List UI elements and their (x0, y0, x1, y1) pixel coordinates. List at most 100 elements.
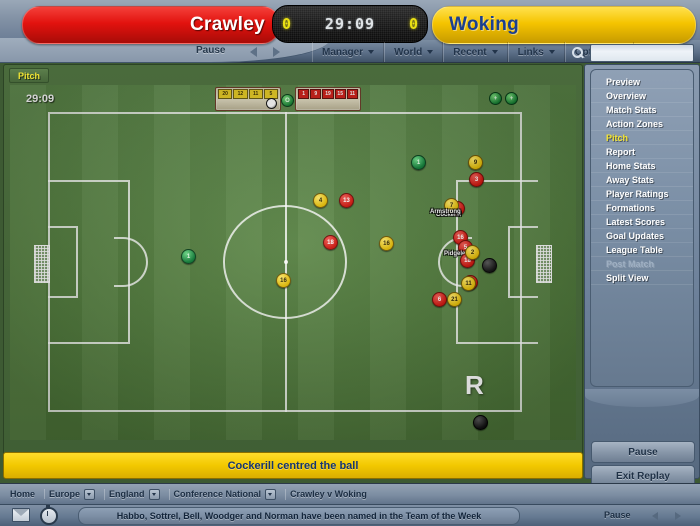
sidebar-item-formations[interactable]: Formations (591, 201, 693, 215)
sidebar-item-label: Preview (606, 76, 641, 87)
sidebar-item-label: Formations (606, 202, 656, 213)
commentary-text: Cockerill centred the ball (227, 459, 359, 472)
menu-recent-label: Recent (453, 46, 487, 58)
breadcrumb-item-label: Europe (49, 489, 81, 499)
assistant-referee-marker[interactable]: + (505, 92, 518, 105)
menu-manager-label: Manager (322, 46, 364, 58)
news-ticker[interactable]: Habbo, Sottrel, Bell, Woodger and Norman… (78, 507, 520, 525)
right-arrow-icon[interactable] (270, 45, 284, 59)
pitch-clock: 29:09 (26, 93, 55, 105)
sidebar-item-label: Action Zones (606, 118, 664, 129)
football-pitch[interactable]: 29:09 R 20 12 11 5 1 9 19 15 11 O + + 13… (10, 85, 576, 440)
breadcrumb-item-england[interactable]: England (109, 488, 170, 500)
search-icon[interactable] (572, 46, 585, 60)
breadcrumb-item-label: Conference National (173, 489, 262, 499)
scoreboard: 0 29:09 0 (272, 5, 428, 43)
player-marker[interactable]: 16 (276, 273, 291, 288)
player-marker[interactable]: 1 (411, 155, 426, 170)
sidebar-item-report[interactable]: Report (591, 145, 693, 159)
status-pause-label[interactable]: Pause (604, 510, 631, 520)
assistant-referee-marker[interactable]: + (489, 92, 502, 105)
breadcrumb-item-home[interactable]: Home (10, 489, 46, 499)
away-team-badge[interactable]: Woking (432, 6, 696, 44)
sidebar-item-pitch[interactable]: Pitch (591, 131, 693, 145)
left-arrow-icon[interactable] (248, 45, 262, 59)
menu-links-label: Links (517, 46, 544, 58)
player-marker[interactable]: 16 (379, 236, 394, 251)
player-marker[interactable]: 9 (468, 155, 483, 170)
player-marker[interactable]: 1 (181, 249, 196, 264)
sidebar-item-latest-scores[interactable]: Latest Scores (591, 215, 693, 229)
sidebar-item-label: Home Stats (606, 160, 656, 171)
sidebar-item-away-stats[interactable]: Away Stats (591, 173, 693, 187)
bench-chip: 12 (233, 89, 248, 99)
search-input[interactable] (590, 44, 694, 62)
away-score: 0 (408, 15, 418, 33)
menu-world[interactable]: World (384, 42, 444, 62)
goal-net-left (34, 245, 50, 283)
sidebar-item-label: Split View (606, 272, 649, 283)
left-arrow-icon[interactable] (650, 510, 662, 522)
sidebar-item-match-stats[interactable]: Match Stats (591, 103, 693, 117)
chevron-down-icon[interactable] (84, 488, 96, 500)
center-spot (284, 260, 288, 264)
goal-net-right (536, 245, 552, 283)
menu-links[interactable]: Links (507, 42, 565, 62)
breadcrumb-item-conference-national[interactable]: Conference National (173, 488, 287, 500)
home-score: 0 (282, 15, 292, 33)
six-yard-box-right (508, 226, 538, 298)
home-bench-chips: 20 12 11 5 (218, 89, 278, 99)
breadcrumb-item-europe[interactable]: Europe (49, 488, 106, 500)
sidebar-item-goal-updates[interactable]: Goal Updates (591, 229, 693, 243)
sidebar-item-action-zones[interactable]: Action Zones (591, 117, 693, 131)
player-marker[interactable]: 6 (432, 292, 447, 307)
sidebar-item-player-ratings[interactable]: Player Ratings (591, 187, 693, 201)
breadcrumb-item-crawley-v-woking[interactable]: Crawley v Woking (290, 489, 376, 499)
away-bench-chips: 1 9 19 15 11 (298, 89, 359, 99)
status-bar: Habbo, Sottrel, Bell, Woodger and Norman… (0, 504, 700, 526)
envelope-icon[interactable] (12, 508, 30, 522)
menu-manager[interactable]: Manager (312, 42, 385, 62)
player-name-label: Armstrong (430, 209, 461, 215)
sidebar: Preview Overview Match Stats Action Zones Pi… (584, 64, 700, 487)
menu-recent[interactable]: Recent (443, 42, 508, 62)
player-marker[interactable]: 4 (313, 193, 328, 208)
sidebar-item-label: Away Stats (606, 174, 654, 185)
player-marker[interactable]: 21 (447, 292, 462, 307)
home-bench-panel[interactable]: 20 12 11 5 (215, 87, 281, 111)
substitute-marker[interactable]: O (281, 94, 294, 107)
player-marker[interactable] (473, 415, 488, 430)
player-marker[interactable] (482, 258, 497, 273)
player-marker[interactable]: 13 (339, 193, 354, 208)
chevron-down-icon (491, 50, 498, 54)
sidebar-item-home-stats[interactable]: Home Stats (591, 159, 693, 173)
breadcrumb-item-label: Crawley v Woking (290, 489, 367, 499)
sidebar-item-league-table[interactable]: League Table (591, 243, 693, 257)
sidebar-item-label: Post Match (606, 258, 655, 269)
player-marker[interactable]: 11 (461, 276, 476, 291)
chevron-down-icon (548, 50, 555, 54)
sidebar-item-split-view[interactable]: Split View (591, 271, 693, 285)
toolbar-pause-label[interactable]: Pause (196, 45, 225, 56)
bench-chip: 19 (322, 89, 334, 99)
player-marker[interactable]: 3 (469, 172, 484, 187)
pitch-panel-tab-label: Pitch (18, 70, 41, 81)
sidebar-menu: Preview Overview Match Stats Action Zones Pi… (590, 69, 694, 387)
player-marker[interactable]: 2 (465, 245, 480, 260)
home-team-badge[interactable]: Crawley (22, 6, 280, 44)
chevron-down-icon[interactable] (265, 488, 277, 500)
sidebar-pause-button[interactable]: Pause (591, 441, 695, 463)
sidebar-item-label: Pitch (606, 132, 629, 143)
sidebar-item-label: Report (606, 146, 635, 157)
sidebar-curve (585, 389, 699, 407)
sidebar-item-overview[interactable]: Overview (591, 89, 693, 103)
sidebar-item-label: Goal Updates (606, 230, 665, 241)
bench-chip: 11 (248, 89, 263, 99)
stopwatch-icon[interactable] (40, 505, 58, 525)
away-bench-panel[interactable]: 1 9 19 15 11 (295, 87, 361, 111)
chevron-down-icon[interactable] (148, 488, 160, 500)
sidebar-item-preview[interactable]: Preview (591, 75, 693, 89)
right-arrow-icon[interactable] (672, 510, 684, 522)
breadcrumb: Home Europe England Conference National Craw… (0, 483, 700, 504)
player-marker[interactable]: 18 (323, 235, 338, 250)
